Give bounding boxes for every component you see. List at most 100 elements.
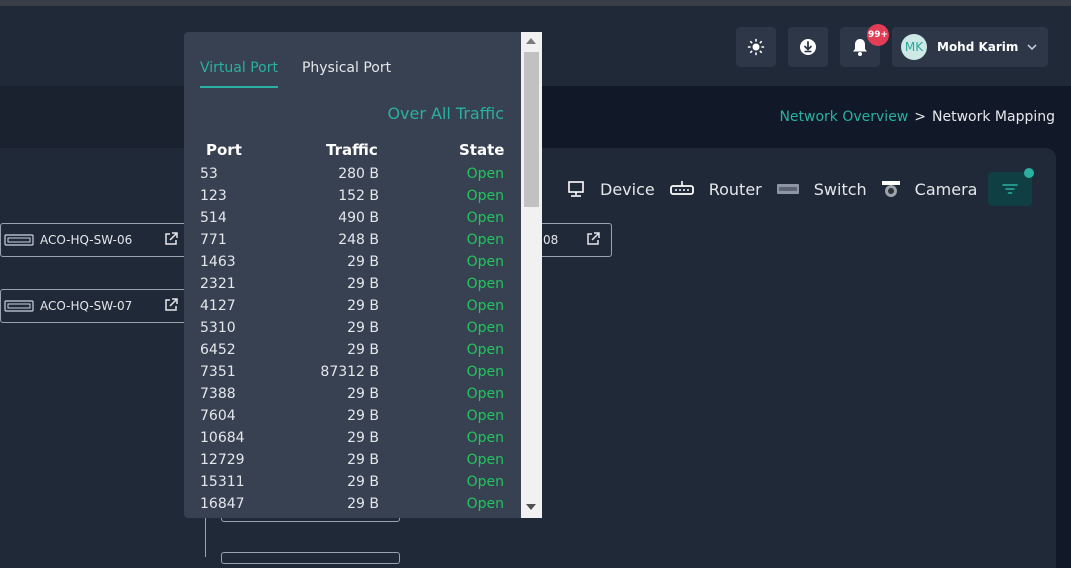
cell-traffic: 152 B bbox=[338, 188, 379, 204]
legend-label-camera: Camera bbox=[914, 179, 978, 199]
cell-state: Open bbox=[466, 298, 504, 314]
legend-label-router: Router bbox=[708, 179, 762, 199]
table-row: 10684 29 B Open bbox=[200, 430, 504, 452]
scrollbar-thumb[interactable] bbox=[524, 52, 539, 207]
cell-traffic: 280 B bbox=[338, 166, 379, 182]
column-header-port: Port bbox=[206, 141, 242, 159]
cell-state: Open bbox=[466, 342, 504, 358]
filter-active-indicator bbox=[1024, 168, 1034, 178]
popup-scrollbar[interactable] bbox=[521, 32, 542, 518]
cell-traffic: 29 B bbox=[347, 342, 379, 358]
cell-state: Open bbox=[466, 254, 504, 270]
cell-state: Open bbox=[466, 452, 504, 468]
bell-icon bbox=[853, 39, 867, 56]
cell-state: Open bbox=[466, 430, 504, 446]
cell-port: 7351 bbox=[200, 364, 236, 380]
cell-state: Open bbox=[466, 166, 504, 182]
scroll-up-arrow-icon[interactable] bbox=[526, 38, 536, 44]
cell-traffic: 29 B bbox=[347, 408, 379, 424]
scroll-down-arrow-icon[interactable] bbox=[526, 504, 536, 510]
switch-node-partial[interactable] bbox=[221, 552, 400, 564]
table-row: 2321 29 B Open bbox=[200, 276, 504, 298]
cell-port: 12729 bbox=[200, 452, 245, 468]
switch-node-sw-08[interactable]: 08 bbox=[536, 223, 612, 257]
table-row: 123 152 B Open bbox=[200, 188, 504, 210]
cell-traffic: 29 B bbox=[347, 298, 379, 314]
cell-state: Open bbox=[466, 232, 504, 248]
external-link-icon[interactable] bbox=[163, 231, 179, 247]
cell-state: Open bbox=[466, 408, 504, 424]
port-traffic-popup: Virtual Port Physical Port Over All Traf… bbox=[184, 32, 542, 518]
cell-port: 2321 bbox=[200, 276, 236, 292]
legend-item-router: Router bbox=[669, 179, 776, 199]
table-row: 771 248 B Open bbox=[200, 232, 504, 254]
cell-port: 7604 bbox=[200, 408, 236, 424]
switch-node-sw-07[interactable]: ACO-HQ-SW-07 bbox=[0, 289, 190, 323]
cell-port: 16847 bbox=[200, 496, 245, 512]
sun-icon bbox=[747, 38, 765, 56]
cell-state: Open bbox=[466, 496, 504, 512]
cell-port: 53 bbox=[200, 166, 218, 182]
breadcrumb-separator: > bbox=[914, 109, 926, 125]
topology-link-line bbox=[205, 518, 206, 557]
table-row: 7388 29 B Open bbox=[200, 386, 504, 408]
over-all-traffic-link[interactable]: Over All Traffic bbox=[387, 104, 504, 123]
cell-state: Open bbox=[466, 188, 504, 204]
cell-state: Open bbox=[466, 474, 504, 490]
device-legend: Device Router Switch Camera bbox=[566, 178, 991, 200]
switch-icon bbox=[4, 300, 34, 312]
cell-traffic: 29 B bbox=[347, 452, 379, 468]
download-button[interactable] bbox=[788, 27, 828, 67]
table-row: 4127 29 B Open bbox=[200, 298, 504, 320]
cell-traffic: 248 B bbox=[338, 232, 379, 248]
external-link-icon[interactable] bbox=[585, 231, 601, 247]
filter-icon bbox=[1002, 184, 1018, 194]
node-label: 08 bbox=[543, 233, 559, 247]
notification-badge: 99+ bbox=[867, 24, 889, 46]
cell-port: 771 bbox=[200, 232, 227, 248]
switch-node-sw-06[interactable]: ACO-HQ-SW-06 bbox=[0, 223, 190, 257]
cell-port: 5310 bbox=[200, 320, 236, 336]
legend-item-switch: Switch bbox=[776, 179, 881, 199]
breadcrumb-current: Network Mapping bbox=[932, 109, 1055, 125]
cell-port: 1463 bbox=[200, 254, 236, 270]
node-label: ACO-HQ-SW-06 bbox=[40, 233, 133, 247]
user-menu[interactable]: MK Mohd Karim bbox=[892, 27, 1048, 67]
cell-port: 7388 bbox=[200, 386, 236, 402]
cell-traffic: 29 B bbox=[347, 496, 379, 512]
table-row: 7351 87312 B Open bbox=[200, 364, 504, 386]
breadcrumb-link-network-overview[interactable]: Network Overview bbox=[779, 109, 908, 125]
cell-state: Open bbox=[466, 276, 504, 292]
theme-toggle-button[interactable] bbox=[736, 27, 776, 67]
user-name: Mohd Karim bbox=[937, 40, 1019, 54]
cell-port: 10684 bbox=[200, 430, 245, 446]
table-row: 15311 29 B Open bbox=[200, 474, 504, 496]
breadcrumb: Network Overview > Network Mapping bbox=[779, 109, 1055, 125]
legend-item-camera: Camera bbox=[881, 179, 992, 199]
cell-state: Open bbox=[466, 386, 504, 402]
cell-port: 15311 bbox=[200, 474, 245, 490]
cell-state: Open bbox=[466, 210, 504, 226]
table-row: 16847 29 B Open bbox=[200, 496, 504, 518]
cell-traffic: 29 B bbox=[347, 254, 379, 270]
cell-traffic: 29 B bbox=[347, 276, 379, 292]
cell-state: Open bbox=[466, 364, 504, 380]
cell-state: Open bbox=[466, 320, 504, 336]
legend-label-device: Device bbox=[600, 179, 655, 199]
table-row: 6452 29 B Open bbox=[200, 342, 504, 364]
external-link-icon[interactable] bbox=[163, 297, 179, 313]
monitor-icon bbox=[568, 181, 584, 197]
table-row: 1463 29 B Open bbox=[200, 254, 504, 276]
table-row: 7604 29 B Open bbox=[200, 408, 504, 430]
port-tabs: Virtual Port Physical Port bbox=[200, 60, 415, 88]
tab-physical-port[interactable]: Physical Port bbox=[302, 60, 391, 88]
cell-traffic: 29 B bbox=[347, 474, 379, 490]
column-header-state: State bbox=[459, 141, 505, 159]
node-label: ACO-HQ-SW-07 bbox=[40, 299, 133, 313]
cell-traffic: 490 B bbox=[338, 210, 379, 226]
table-row: 514 490 B Open bbox=[200, 210, 504, 232]
chevron-down-icon bbox=[1027, 44, 1037, 51]
tab-virtual-port[interactable]: Virtual Port bbox=[200, 60, 278, 88]
legend-label-switch: Switch bbox=[813, 179, 867, 199]
download-icon bbox=[800, 39, 816, 55]
